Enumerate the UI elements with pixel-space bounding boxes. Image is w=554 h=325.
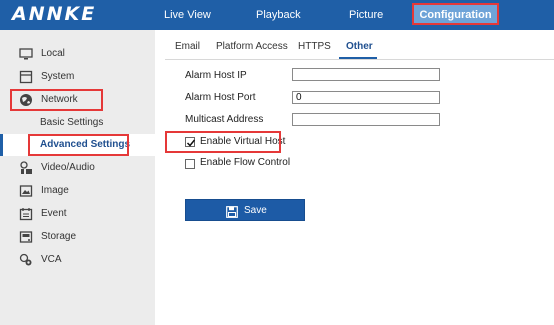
tab-platform-access[interactable]: Platform Access (216, 41, 288, 52)
sidebar-item-video-audio[interactable]: Video/Audio (0, 157, 155, 179)
tab-email[interactable]: Email (175, 41, 200, 52)
alarm-host-ip-label: Alarm Host IP (185, 70, 247, 81)
tab-https[interactable]: HTTPS (298, 41, 331, 52)
calendar-icon (19, 207, 33, 221)
virtual-host-highlight-box (165, 131, 281, 153)
storage-icon (19, 230, 33, 244)
nav-picture[interactable]: Picture (349, 0, 383, 30)
nav-configuration[interactable]: Configuration (412, 3, 499, 25)
multicast-address-input[interactable] (292, 113, 440, 126)
nav-playback[interactable]: Playback (256, 0, 301, 30)
brand-logo: ANNKE (12, 3, 97, 25)
sidebar-item-vca[interactable]: VCA (0, 249, 155, 271)
video-audio-icon (19, 161, 33, 175)
sidebar-item-local[interactable]: Local (0, 43, 155, 65)
alarm-host-port-input[interactable]: 0 (292, 91, 440, 104)
save-button[interactable]: Save (185, 199, 305, 221)
sidebar-item-label: Basic Settings (40, 117, 104, 128)
sidebar-item-label: VCA (41, 254, 62, 265)
sidebar-item-label: Video/Audio (41, 162, 95, 173)
active-tab-indicator (339, 57, 377, 59)
tab-divider (165, 59, 554, 60)
floppy-disk-icon (226, 205, 238, 218)
sidebar-item-label: Local (41, 48, 65, 59)
multicast-address-label: Multicast Address (185, 114, 264, 125)
sidebar-item-label: Event (41, 208, 67, 219)
system-icon (19, 70, 33, 84)
advanced-settings-highlight-box (28, 134, 129, 156)
enable-flow-control-label: Enable Flow Control (200, 157, 291, 168)
sidebar-item-label: Image (41, 185, 69, 196)
alarm-host-ip-input[interactable] (292, 68, 440, 81)
nav-live-view[interactable]: Live View (164, 0, 211, 30)
tab-other[interactable]: Other (346, 41, 373, 52)
sidebar-item-label: Storage (41, 231, 77, 242)
monitor-icon (19, 47, 33, 61)
vca-icon (19, 253, 33, 267)
enable-flow-control-checkbox[interactable] (185, 159, 195, 169)
sidebar-item-event[interactable]: Event (0, 203, 155, 225)
sidebar-item-basic-settings[interactable]: Basic Settings (0, 112, 155, 134)
sidebar-item-label: System (41, 71, 75, 82)
sidebar-item-image[interactable]: Image (0, 180, 155, 202)
top-bar: ANNKE Live View Playback Picture Configu… (0, 0, 554, 30)
sidebar-item-system[interactable]: System (0, 66, 155, 88)
save-button-label: Save (244, 205, 267, 216)
image-icon (19, 184, 33, 198)
alarm-host-port-label: Alarm Host Port (185, 92, 256, 103)
sidebar-item-storage[interactable]: Storage (0, 226, 155, 248)
network-highlight-box (10, 89, 103, 111)
